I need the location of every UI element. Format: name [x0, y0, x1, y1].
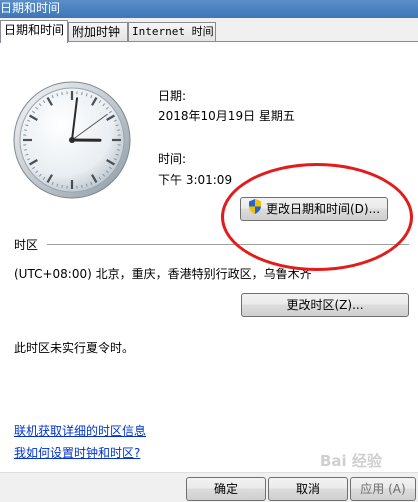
- date-value: 2018年10月19日 星期五: [158, 108, 295, 124]
- dst-note: 此时区未实行夏令时。: [14, 340, 134, 356]
- title-bar: 日期和时间: [0, 0, 418, 18]
- change-date-time-label: 更改日期和时间(D)...: [266, 202, 380, 216]
- date-label: 日期:: [158, 88, 186, 104]
- window-title: 日期和时间: [0, 0, 60, 16]
- cancel-button[interactable]: 取消: [268, 477, 348, 501]
- change-date-time-button[interactable]: 更改日期和时间(D)...: [240, 197, 388, 221]
- time-value: 下午 3:01:09: [158, 172, 232, 188]
- clock-minute-tick: [82, 92, 83, 95]
- tab-strip: 日期和时间 附加时钟 Internet 时间: [0, 20, 418, 42]
- apply-button[interactable]: 应用 (A): [350, 477, 416, 501]
- change-timezone-button[interactable]: 更改时区(Z)...: [241, 293, 409, 317]
- clock-minute-tick: [62, 92, 63, 95]
- clock-minute-tick: [117, 150, 120, 151]
- ok-button[interactable]: 确定: [186, 477, 266, 501]
- timezone-section-label: 时区: [14, 237, 38, 253]
- clock-minute-tick: [117, 130, 120, 131]
- timezone-info-link[interactable]: 联机获取详细的时区信息: [14, 422, 146, 439]
- clock-minute-tick: [82, 185, 83, 188]
- clock-minute-tick: [24, 130, 27, 131]
- time-label: 时间:: [158, 151, 186, 167]
- analog-clock: [12, 80, 132, 200]
- watermark: Bai 经验: [320, 450, 382, 471]
- timezone-divider: [47, 244, 409, 245]
- tab-additional-clocks[interactable]: 附加时钟: [68, 22, 128, 42]
- tab-date-time[interactable]: 日期和时间: [0, 20, 68, 43]
- timezone-value: (UTC+08:00) 北京，重庆，香港特别行政区，乌鲁木齐: [14, 266, 312, 282]
- clock-minute-tick: [24, 150, 27, 151]
- clock-minute-tick: [62, 185, 63, 188]
- uac-shield-icon: [248, 199, 262, 221]
- tab-internet-time[interactable]: Internet 时间: [128, 22, 216, 42]
- how-to-set-clock-link[interactable]: 我如何设置时钟和时区?: [14, 444, 140, 461]
